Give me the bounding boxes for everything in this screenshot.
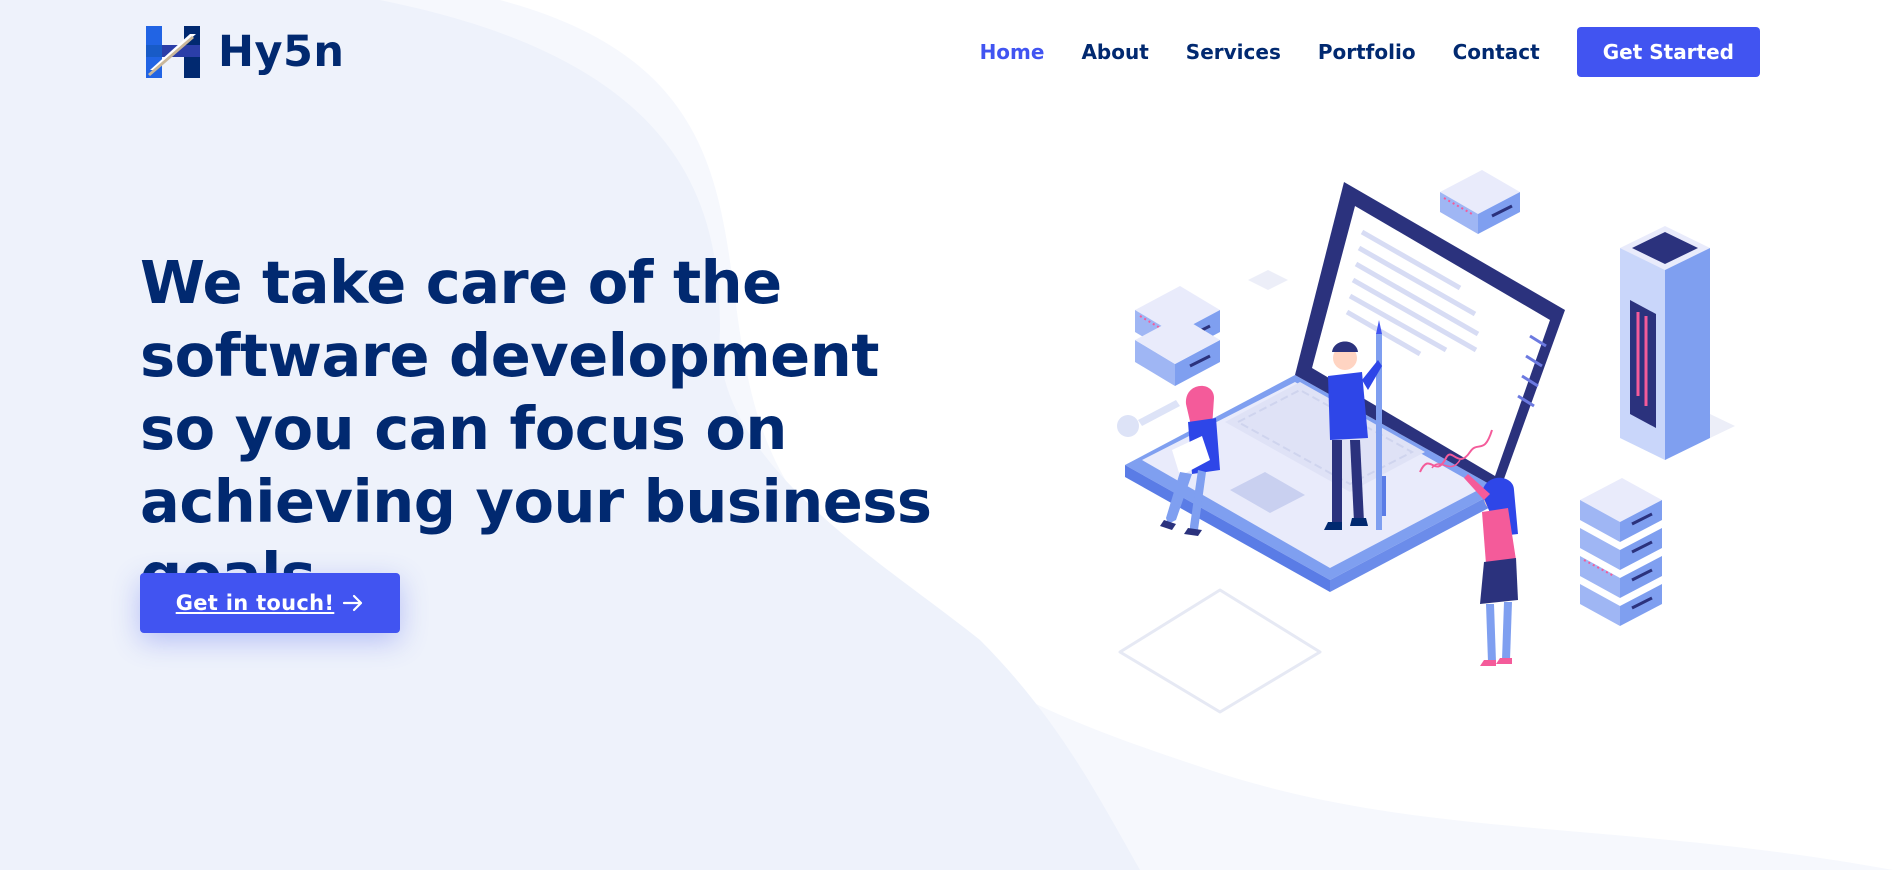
arrow-right-icon (343, 594, 363, 612)
get-in-touch-label: Get in touch! (175, 591, 335, 615)
site-header: Hy5n Home About Services Portfolio Conta… (0, 0, 1893, 106)
brand-name: Hy5n (218, 27, 345, 77)
nav-services-link[interactable]: Services (1186, 27, 1281, 77)
hero-title: We take care of the software development… (140, 248, 932, 609)
h-logo-icon (146, 26, 200, 78)
nav-home-link[interactable]: Home (980, 27, 1045, 77)
hero-section: We take care of the software development… (140, 246, 940, 611)
nav-portfolio-link[interactable]: Portfolio (1318, 27, 1416, 77)
get-started-button[interactable]: Get Started (1576, 27, 1760, 77)
brand-logo[interactable]: Hy5n (146, 26, 345, 78)
nav-about-link[interactable]: About (1081, 27, 1148, 77)
main-nav: Home About Services Portfolio Contact Ge… (943, 27, 1760, 77)
hero-illustration (1117, 170, 1735, 714)
nav-contact-link[interactable]: Contact (1453, 27, 1540, 77)
get-in-touch-button[interactable]: Get in touch! (140, 573, 400, 633)
